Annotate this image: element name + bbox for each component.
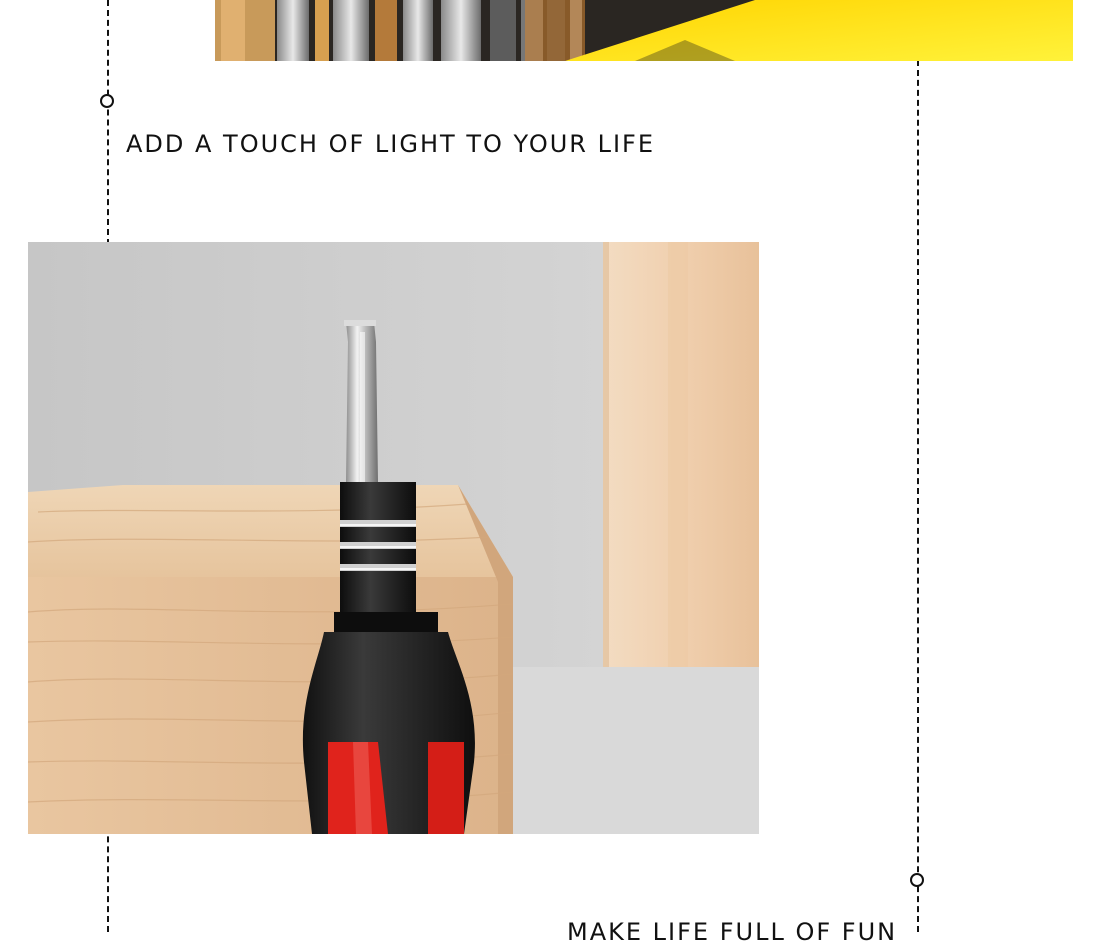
screwdriver-photo: [28, 242, 759, 834]
tool-set-photo-icon: [215, 0, 1073, 61]
section-heading-bottom: MAKE LIFE FULL OF FUN: [567, 918, 898, 946]
tool-set-photo: [215, 0, 1073, 61]
screwdriver-photo-icon: [28, 242, 759, 834]
left-guide-node: [100, 94, 114, 108]
right-dashed-guide: [917, 60, 919, 932]
section-heading-top: ADD A TOUCH OF LIGHT TO YOUR LIFE: [126, 130, 656, 158]
right-guide-node: [910, 873, 924, 887]
